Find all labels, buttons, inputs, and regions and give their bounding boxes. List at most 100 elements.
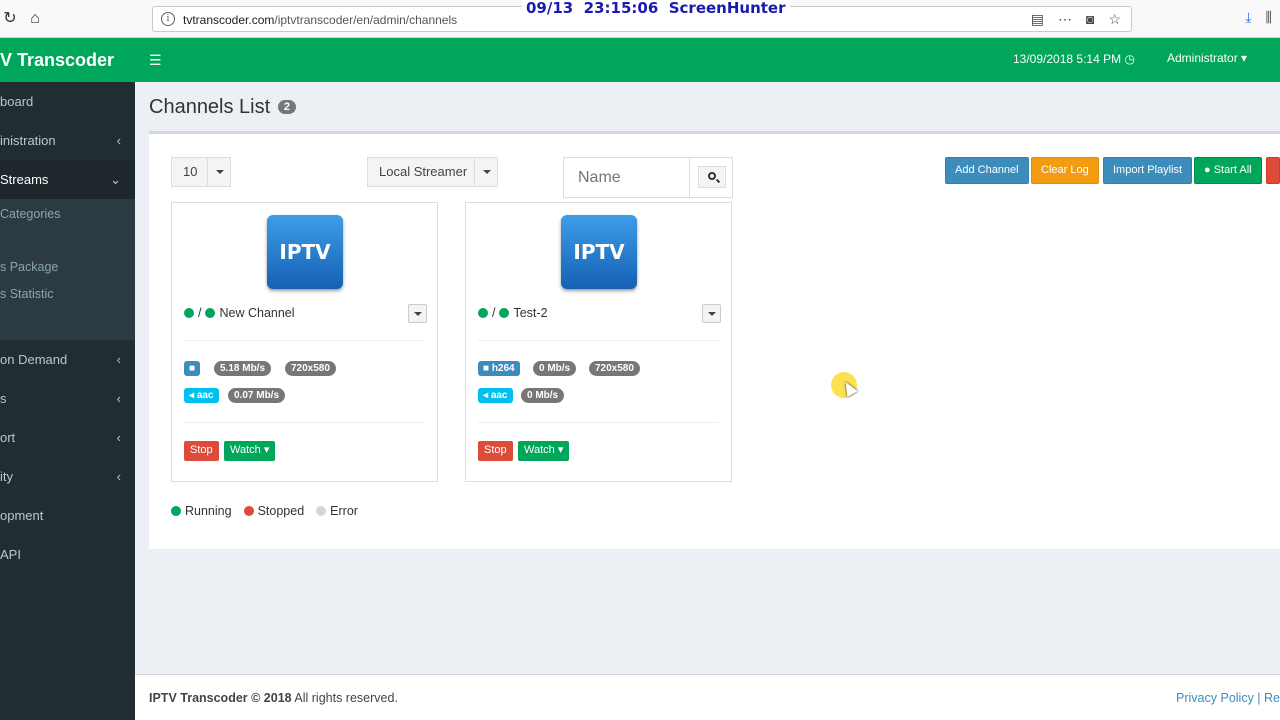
screenshot-overlay: 09/13 23:15:06 ScreenHunter — [522, 0, 790, 16]
caret-down-icon — [414, 312, 422, 316]
channel-count-badge: 2 — [277, 100, 296, 114]
search-button[interactable] — [698, 166, 726, 188]
video-camera-icon: ■ — [483, 363, 490, 374]
audio-codec-text: aac — [196, 390, 214, 401]
reader-view-icon[interactable]: ▤ — [1031, 11, 1044, 28]
status-dot-icon — [478, 308, 488, 318]
library-icon[interactable]: ⫼ — [1266, 9, 1272, 26]
legend-label: Stopped — [257, 504, 305, 518]
sidebar-item-administration[interactable]: inistration ‹ — [0, 121, 135, 160]
sidebar-item-6[interactable]: s ‹ — [0, 379, 135, 418]
bookmark-star-icon[interactable]: ☆ — [1108, 11, 1121, 28]
sidebar-item-label: Streams — [0, 172, 49, 187]
channel-logo: IPTV — [561, 215, 637, 289]
channel-name: New Channel — [219, 306, 295, 320]
sidebar-item-label: ity — [0, 468, 13, 484]
search-input[interactable] — [564, 158, 690, 197]
legend-stopped: Stopped — [243, 504, 305, 518]
stopped-dot-icon — [243, 506, 254, 516]
sidebar: board inistration ‹ Streams ⌄ Categories s… — [0, 82, 135, 720]
volume-icon: ◂ — [483, 390, 489, 401]
resolution-badge: 720x580 — [589, 361, 640, 376]
sidebar-item-label: opment — [0, 507, 44, 523]
sidebar-item-vod[interactable]: on Demand ‹ — [0, 340, 135, 379]
streamer-select[interactable]: Local Streamer — [367, 157, 498, 187]
video-camera-icon: ■ — [189, 363, 196, 374]
sidebar-subitem-package[interactable]: s Package — [0, 254, 135, 281]
footer-links[interactable]: Privacy Policy | Re — [1176, 691, 1280, 705]
info-icon[interactable]: i — [161, 12, 175, 26]
sidebar-item-api[interactable]: API — [0, 535, 135, 574]
chevron-left-icon: ‹ — [116, 429, 121, 445]
sidebar-item-support[interactable]: ort ‹ — [0, 418, 135, 457]
sidebar-subitem-channels[interactable] — [0, 228, 135, 255]
video-bitrate-badge: 5.18 Mb/s — [214, 361, 272, 376]
stop-button[interactable]: Stop — [184, 441, 219, 461]
datetime-text: 13/09/2018 5:14 PM — [1013, 52, 1122, 66]
more-icon[interactable]: ⋯ — [1058, 11, 1072, 28]
sidebar-item-security[interactable]: ity ‹ — [0, 457, 135, 496]
user-name: Administrator — [1167, 51, 1238, 65]
url-path: /iptvtranscoder/en/admin/channels — [274, 13, 458, 27]
reload-icon[interactable]: ↻ — [0, 9, 20, 29]
url-text: tvtranscoder.com/iptvtranscoder/en/admin… — [183, 13, 457, 27]
header-datetime: 13/09/2018 5:14 PM ◷ — [1013, 52, 1135, 66]
chevron-left-icon: ‹ — [116, 390, 121, 406]
add-channel-button[interactable]: Add Channel — [945, 157, 1029, 184]
legend-running: Running — [171, 504, 232, 518]
channel-card: IPTV / Test-2 ■ h264 0 Mb/s 720x580 ◂ aa… — [465, 202, 732, 482]
sidebar-submenu: Categories s Package s Statistic — [0, 199, 135, 340]
legend-label: Running — [185, 504, 232, 518]
channel-options-dropdown[interactable] — [408, 304, 427, 323]
import-playlist-button[interactable]: Import Playlist — [1103, 157, 1193, 184]
search-group — [563, 157, 733, 198]
status-legend: Running Stopped Error — [171, 504, 358, 518]
footer-rights: All rights reserved. — [294, 691, 398, 705]
pocket-icon[interactable]: ◙ — [1086, 11, 1094, 28]
sidebar-subitem-other[interactable] — [0, 307, 135, 334]
sidebar-item-dashboard[interactable]: board — [0, 82, 135, 121]
dropdown-toggle[interactable] — [207, 158, 230, 186]
channel-options-dropdown[interactable] — [702, 304, 721, 323]
audio-codec-label: ◂ aac — [184, 388, 219, 403]
menu-toggle-icon[interactable]: ☰ — [149, 52, 162, 69]
sidebar-item-label: ort — [0, 429, 16, 445]
user-menu[interactable]: Administrator ▾ — [1167, 51, 1247, 65]
video-codec-text: h264 — [491, 363, 515, 374]
caret-down-icon — [216, 170, 224, 174]
footer-brand: IPTV Transcoder © 2018 — [149, 691, 292, 705]
download-icon[interactable]: ⤓ — [1245, 9, 1251, 26]
sidebar-item-label: API — [0, 546, 21, 562]
status-separator: / — [198, 306, 202, 320]
caret-down-icon: ▾ — [263, 444, 270, 456]
legend-error: Error — [316, 504, 358, 518]
divider — [184, 422, 425, 423]
video-codec-label: ■ h264 — [478, 361, 520, 376]
dropdown-toggle[interactable] — [474, 158, 497, 186]
streamer-value: Local Streamer — [379, 164, 468, 179]
chevron-left-icon: ‹ — [116, 133, 121, 148]
sidebar-item-streams[interactable]: Streams ⌄ — [0, 160, 135, 199]
channel-status: / Test-2 — [478, 306, 548, 320]
chevron-down-icon: ▾ — [1241, 51, 1248, 65]
status-dot-icon — [205, 308, 216, 318]
sidebar-subitem-categories[interactable]: Categories — [0, 201, 135, 228]
stop-button[interactable]: Stop — [478, 441, 513, 461]
home-icon[interactable]: ⌂ — [25, 9, 45, 29]
clear-log-button[interactable]: Clear Log — [1031, 157, 1099, 184]
divider — [478, 422, 719, 423]
stop-all-button[interactable] — [1266, 157, 1280, 184]
start-all-button[interactable]: ● Start All — [1194, 157, 1262, 184]
sidebar-subitem-statistic[interactable]: s Statistic — [0, 281, 135, 308]
sidebar-item-label: inistration — [0, 133, 56, 148]
app-logo[interactable]: V Transcoder — [0, 38, 135, 82]
sidebar-item-label: board — [0, 94, 34, 109]
page-size-select[interactable]: 10 — [171, 157, 231, 187]
running-dot-icon — [171, 506, 181, 516]
sidebar-item-development[interactable]: opment — [0, 496, 135, 535]
watch-button[interactable]: Watch ▾ — [224, 441, 276, 461]
caret-down-icon: ▾ — [557, 444, 564, 456]
chevron-left-icon: ‹ — [116, 468, 121, 484]
watch-button[interactable]: Watch ▾ — [518, 441, 570, 461]
watch-label: Watch — [524, 444, 555, 456]
